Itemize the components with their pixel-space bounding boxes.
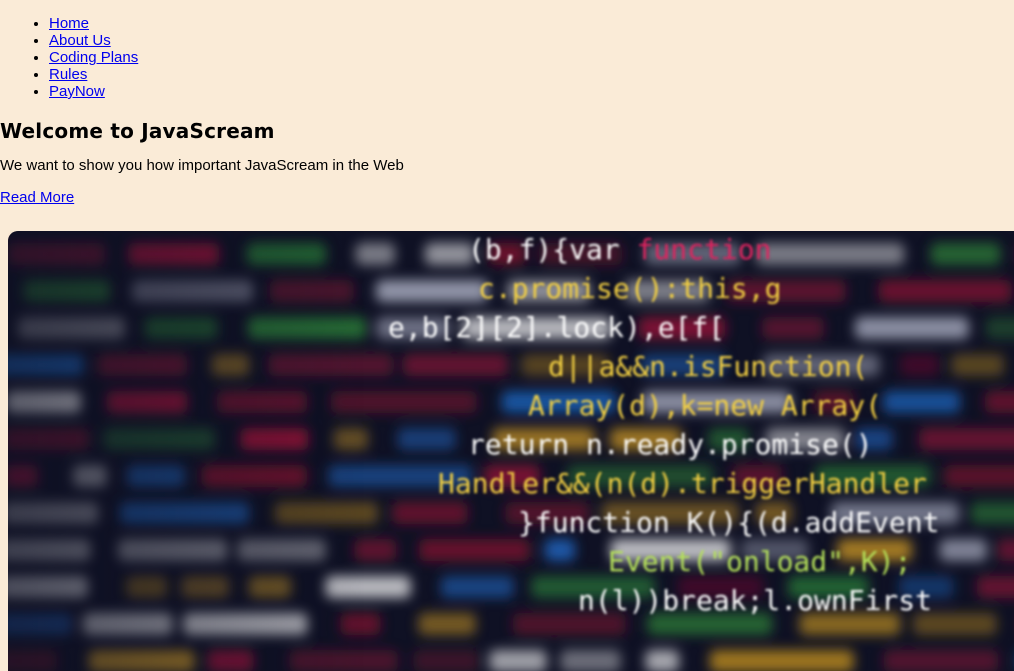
code-hero-image: (b,f){var functionc.promise():this,ge,b[…	[8, 231, 1014, 671]
nav-menu: Home About Us Coding Plans Rules PayNow	[0, 15, 1014, 100]
page-title: Welcome to JavaScream	[0, 119, 275, 143]
nav-link-paynow[interactable]: PayNow	[49, 83, 105, 100]
nav-link-home[interactable]: Home	[49, 15, 89, 32]
nav-item-home: Home	[49, 15, 1014, 32]
nav-link-rules[interactable]: Rules	[49, 66, 87, 83]
intro-text: We want to show you how important JavaSc…	[0, 157, 404, 174]
nav-link-coding-plans[interactable]: Coding Plans	[49, 49, 138, 66]
read-more-link[interactable]: Read More	[0, 189, 74, 207]
nav-item-coding-plans: Coding Plans	[49, 49, 1014, 66]
nav-link-about-us[interactable]: About Us	[49, 32, 111, 49]
nav-item-about: About Us	[49, 32, 1014, 49]
code-screen-illustration: (b,f){var functionc.promise():this,ge,b[…	[8, 231, 1014, 671]
nav-item-rules: Rules	[49, 66, 1014, 83]
nav-item-paynow: PayNow	[49, 83, 1014, 100]
